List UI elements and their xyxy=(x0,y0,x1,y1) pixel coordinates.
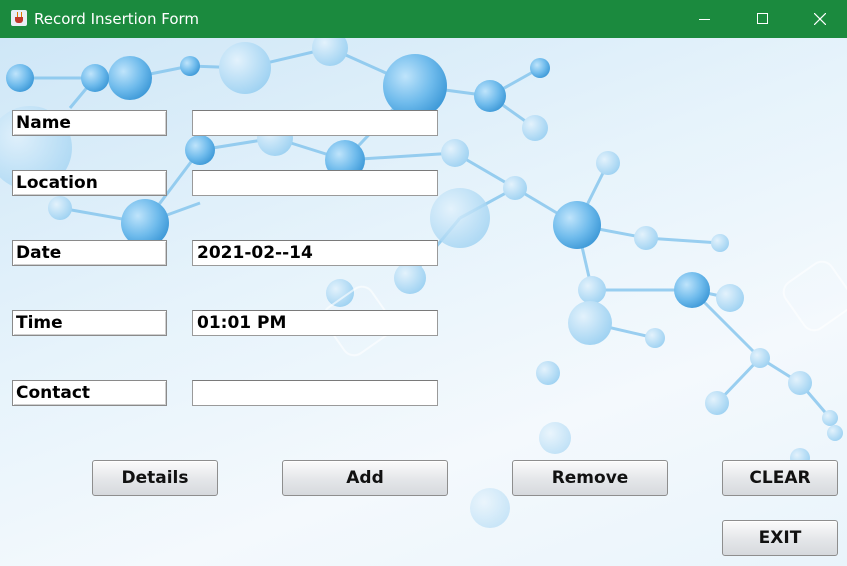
date-label: Date xyxy=(12,240,167,266)
location-label: Location xyxy=(12,170,167,196)
form-panel: Name Location Date 2021-02--14 Time 01:0… xyxy=(0,38,847,566)
name-label: Name xyxy=(12,110,167,136)
maximize-icon[interactable] xyxy=(733,0,791,38)
details-button[interactable]: Details xyxy=(92,460,218,496)
close-icon[interactable] xyxy=(791,0,847,38)
contact-label: Contact xyxy=(12,380,167,406)
time-label: Time xyxy=(12,310,167,336)
contact-input[interactable] xyxy=(192,380,438,406)
exit-button[interactable]: EXIT xyxy=(722,520,838,556)
name-input[interactable] xyxy=(192,110,438,136)
window-title: Record Insertion Form xyxy=(34,10,200,28)
record-insertion-window: Record Insertion Form Name Location Date… xyxy=(0,0,847,566)
date-input[interactable]: 2021-02--14 xyxy=(192,240,438,266)
java-app-icon xyxy=(11,10,27,26)
clear-button[interactable]: CLEAR xyxy=(722,460,838,496)
time-input[interactable]: 01:01 PM xyxy=(192,310,438,336)
location-input[interactable] xyxy=(192,170,438,196)
remove-button[interactable]: Remove xyxy=(512,460,668,496)
add-button[interactable]: Add xyxy=(282,460,448,496)
minimize-icon[interactable] xyxy=(675,0,733,38)
title-bar[interactable]: Record Insertion Form xyxy=(0,0,847,38)
